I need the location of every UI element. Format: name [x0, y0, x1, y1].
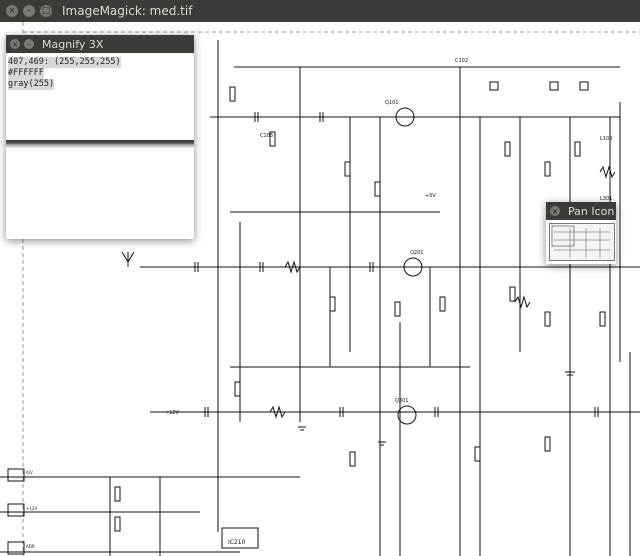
svg-text:+5V: +5V: [425, 193, 436, 199]
pan-icon-window[interactable]: × Pan Icon: [546, 202, 616, 264]
magnify-window[interactable]: × – Magnify 3X 407,469: (255,255,255) #F…: [6, 35, 194, 239]
magnified-view: [6, 140, 194, 148]
svg-text:C103: C103: [260, 133, 273, 139]
pan-title: Pan Icon: [568, 204, 615, 218]
minimize-window-button[interactable]: –: [23, 5, 35, 17]
close-icon: ×: [551, 206, 559, 216]
magnify-title: Magnify 3X: [42, 37, 104, 51]
minimize-icon: –: [26, 6, 32, 16]
close-icon: ×: [8, 6, 16, 16]
pixel-hex: #FFFFFF: [8, 68, 44, 79]
pixel-coords: 407,469: (255,255,255): [8, 57, 121, 68]
magnify-minimize-button[interactable]: –: [24, 39, 34, 49]
pan-titlebar[interactable]: × Pan Icon: [546, 202, 616, 220]
pan-thumbnail[interactable]: [549, 223, 615, 261]
maximize-icon: □: [41, 6, 51, 16]
svg-text:Q301: Q301: [395, 398, 408, 404]
svg-text:Q201: Q201: [410, 250, 423, 256]
svg-text:A/V: A/V: [26, 470, 33, 475]
minimize-icon: –: [27, 39, 31, 49]
window-titlebar: × – □ ImageMagick: med.tif: [0, 0, 640, 22]
pixel-readout: 407,469: (255,255,255) #FFFFFF gray(255): [6, 53, 194, 90]
maximize-window-button[interactable]: □: [40, 5, 52, 17]
svg-text:IC210: IC210: [228, 539, 246, 546]
svg-text:C102: C102: [455, 58, 468, 64]
close-icon: ×: [11, 39, 19, 49]
pan-thumbnail-image: [551, 225, 610, 258]
svg-text:L103: L103: [600, 136, 612, 142]
svg-text:+12V: +12V: [165, 410, 180, 416]
pan-close-button[interactable]: ×: [550, 206, 560, 216]
svg-text:Q101: Q101: [385, 100, 398, 106]
close-window-button[interactable]: ×: [6, 5, 18, 17]
window-title: ImageMagick: med.tif: [62, 4, 193, 18]
svg-text:+12V: +12V: [26, 506, 37, 511]
svg-text:ADR: ADR: [26, 544, 35, 549]
magnify-close-button[interactable]: ×: [10, 39, 20, 49]
magnify-titlebar[interactable]: × – Magnify 3X: [6, 35, 194, 53]
pixel-gray: gray(255): [8, 79, 55, 90]
